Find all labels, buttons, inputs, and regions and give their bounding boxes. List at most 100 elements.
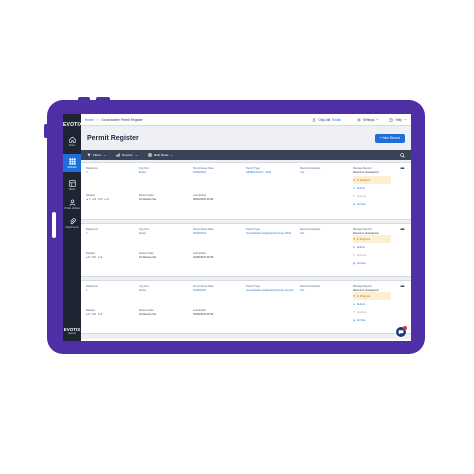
- comment-icon[interactable]: ▭ 0: [98, 256, 102, 259]
- filters-button[interactable]: Filters: [87, 153, 106, 157]
- flag-icon: ⚑: [353, 294, 356, 298]
- table-icon: [68, 179, 76, 187]
- page-title: Permit Register: [87, 134, 139, 142]
- step-approve: ☐ Approve: [353, 194, 367, 198]
- alert-icon[interactable]: ▲ 3: [86, 198, 91, 201]
- field-record-complete: Record Complete Yes: [300, 285, 321, 292]
- notification-dot: [403, 326, 407, 330]
- send-icon: ➤: [353, 302, 356, 306]
- grid-icon: [68, 157, 76, 165]
- rail-item-profile-upload[interactable]: Profile Upload: [63, 198, 81, 210]
- home-icon: [68, 135, 76, 143]
- step-approve: ☐ Approve: [353, 253, 367, 257]
- reports-button[interactable]: Reports: [116, 153, 138, 157]
- step-in-progress: ⚑ In Progress: [353, 176, 391, 184]
- record-list: Reference 3 Org Unit Evotix Permit Issue D…: [81, 160, 411, 339]
- workflow-steps: ⚑ In Progress ➤ Submit ☐ Approve ▤ Archive: [353, 292, 391, 324]
- search-icon: [400, 152, 405, 158]
- chat-icon: [398, 330, 404, 335]
- record-card[interactable]: Reference 2 Org Unit Evotix Permit Issue D…: [81, 223, 411, 277]
- step-archive[interactable]: ▤ Archive: [353, 316, 391, 324]
- field-manage-record: Manage Record Record is Unassigned: [353, 228, 379, 235]
- field-related: Related ▲ 3 ⌀ 0 ❐ 0 ▭ 0: [86, 194, 109, 201]
- field-org-unit: Org Unit Evotix: [139, 167, 149, 174]
- settings-button[interactable]: Settings: [357, 118, 380, 122]
- step-submit[interactable]: ➤ Submit: [353, 300, 391, 308]
- user-icon: [68, 198, 76, 206]
- main-content: Home > Groundwater Permit Register Org U…: [81, 114, 411, 341]
- copy-icon[interactable]: ❐ 0: [92, 313, 96, 316]
- archive-icon: ▤: [353, 261, 356, 265]
- field-related: Related ⌀ 0 ❐ 0 ▭ 0: [86, 309, 103, 316]
- multi-select-icon: [148, 153, 152, 157]
- field-last-edited: Last Edited 01/25/2023 09:45: [193, 309, 214, 316]
- field-permit-type: Permit Type Groundwater Analytical Summar…: [246, 285, 294, 292]
- chevron-down-icon: [135, 154, 138, 156]
- breadcrumb-current: Groundwater Permit Register: [101, 117, 143, 122]
- toolbar: Filters Reports Multi Mode: [81, 150, 411, 160]
- more-options-button[interactable]: •••: [400, 284, 404, 290]
- flag-icon: ⚑: [353, 178, 356, 182]
- paperclip-icon[interactable]: ⌀ 0: [93, 198, 97, 201]
- record-card[interactable]: Reference 1 Org Unit Evotix Permit Issue D…: [81, 280, 411, 334]
- field-record-complete: Record Complete Yes: [300, 167, 321, 174]
- field-related: Related ⌀ 0 ❐ 0 ▭ 0: [86, 252, 103, 259]
- paperclip-icon[interactable]: ⌀ 0: [86, 313, 90, 316]
- breadcrumb-home[interactable]: Home: [85, 118, 94, 122]
- step-in-progress: ⚑ In Progress: [353, 235, 391, 243]
- step-submit[interactable]: ➤ Submit: [353, 184, 391, 192]
- filter-icon: [87, 153, 91, 157]
- copy-icon[interactable]: ❐ 0: [92, 256, 96, 259]
- field-review-date: Review Date No Review Set: [139, 194, 157, 201]
- user-icon: [312, 117, 316, 122]
- send-icon: ➤: [353, 245, 356, 249]
- help-button[interactable]: ? Help: [389, 118, 407, 122]
- chevron-down-icon: [103, 154, 106, 156]
- search-button[interactable]: [400, 152, 405, 158]
- step-archive[interactable]: ▤ Archive: [353, 200, 391, 208]
- field-issue-date: Permit Issue Date 01/25/2023: [193, 285, 214, 292]
- chat-assistant-button[interactable]: [395, 326, 407, 338]
- field-review-date: Review Date No Review Set: [139, 252, 157, 259]
- step-in-progress: ⚑ In Progress: [353, 292, 391, 300]
- field-permit-type: Permit Type NPDES Permit - 2024: [246, 167, 272, 174]
- new-record-button[interactable]: + New Record: [374, 133, 405, 143]
- left-rail: EVOTIX Home Modules Tables Profile Uploa…: [63, 114, 83, 341]
- field-reference: Reference 3: [86, 167, 98, 174]
- comment-icon[interactable]: ▭ 0: [98, 313, 102, 316]
- paperclip-icon[interactable]: ⌀ 0: [86, 256, 90, 259]
- multi-mode-button[interactable]: Multi Mode: [148, 153, 174, 157]
- rail-item-modules[interactable]: Modules: [63, 154, 81, 172]
- help-icon: ?: [389, 117, 394, 121]
- rail-item-attachments[interactable]: Attachments: [63, 217, 81, 229]
- chevron-down-icon: [404, 118, 407, 121]
- org-unit-selector[interactable]: Org Unit Evotix: [312, 118, 341, 122]
- field-permit-type: Permit Type Groundwater Analytical Summar…: [246, 228, 291, 235]
- field-reference: Reference 2: [86, 228, 98, 235]
- app-screen: EVOTIX Home Modules Tables Profile Uploa…: [63, 114, 411, 341]
- flag-icon: ⚑: [353, 237, 356, 241]
- status-badge: Unassigned: [364, 171, 379, 174]
- record-card[interactable]: Reference 3 Org Unit Evotix Permit Issue D…: [81, 162, 411, 220]
- app-logo: EVOTIX: [63, 122, 83, 128]
- more-options-button[interactable]: •••: [400, 227, 404, 233]
- chevron-down-icon: [170, 154, 173, 156]
- more-options-button[interactable]: •••: [400, 166, 404, 172]
- title-bar: Permit Register + New Record: [81, 126, 411, 150]
- breadcrumb-separator: >: [96, 117, 99, 122]
- rail-item-tables[interactable]: Tables: [63, 179, 81, 191]
- send-icon: ➤: [353, 186, 356, 190]
- rail-bottom-logo: EVOTIX Assure: [63, 327, 81, 335]
- field-manage-record: Manage Record Record is Unassigned: [353, 285, 379, 292]
- field-reference: Reference 1: [86, 285, 98, 292]
- comment-icon[interactable]: ▭ 0: [104, 198, 108, 201]
- rail-item-home[interactable]: Home: [63, 135, 81, 147]
- reports-icon: [116, 153, 120, 157]
- copy-icon[interactable]: ❐ 0: [98, 198, 102, 201]
- step-submit[interactable]: ➤ Submit: [353, 243, 391, 251]
- step-archive[interactable]: ▤ Archive: [353, 259, 391, 267]
- archive-icon: ▤: [353, 318, 356, 322]
- step-approve: ☐ Approve: [353, 310, 367, 314]
- field-manage-record: Manage Record Record is Unassigned: [353, 167, 379, 174]
- workflow-steps: ⚑ In Progress ➤ Submit ☐ Approve ▤ Archive: [353, 176, 391, 208]
